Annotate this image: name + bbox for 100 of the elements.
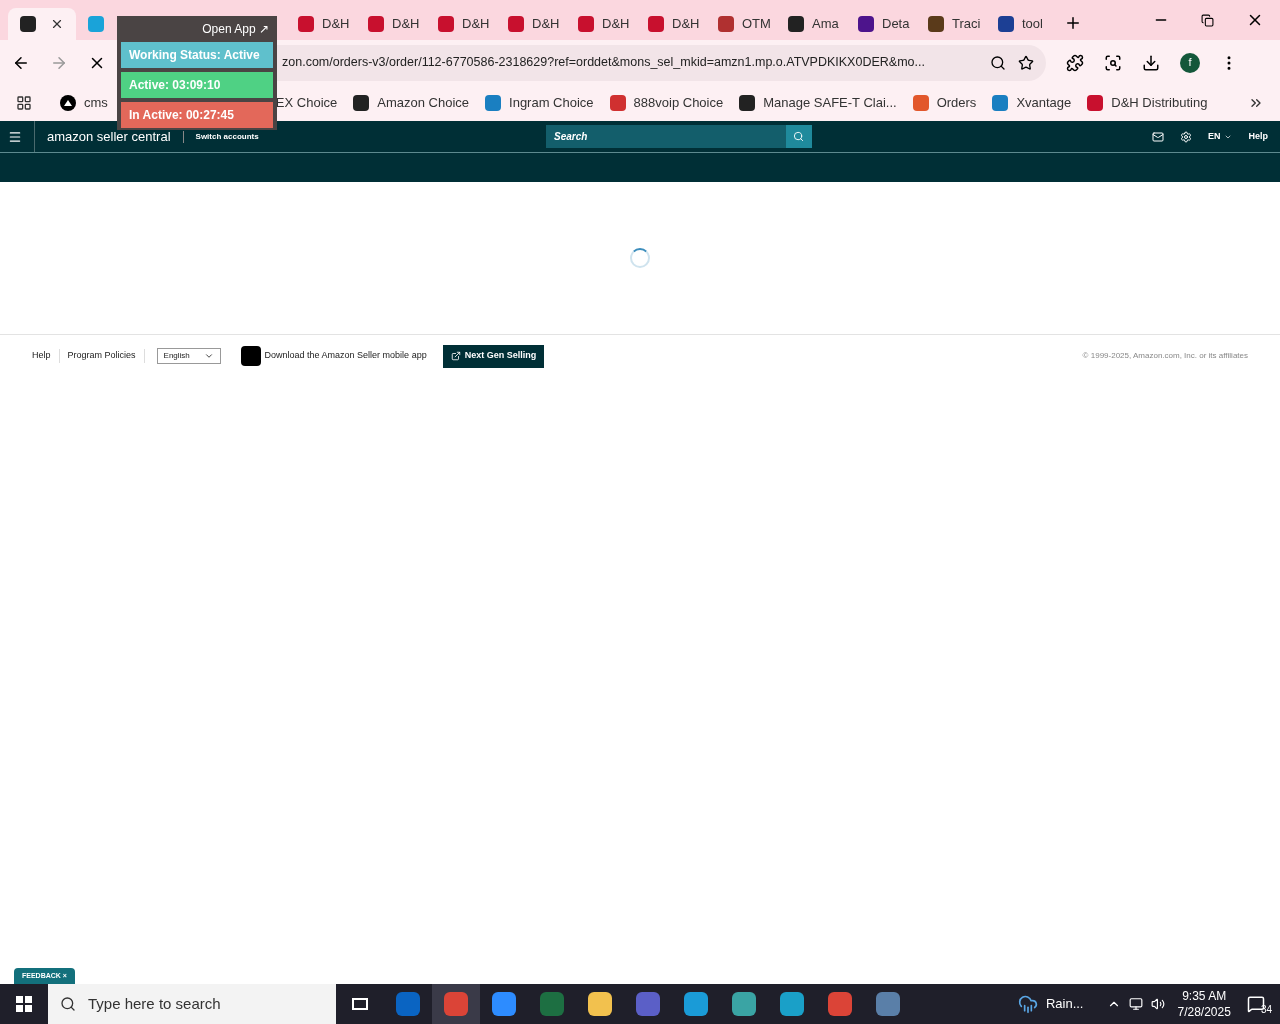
site-icon — [1087, 95, 1104, 111]
browser-tab[interactable]: OTM — [706, 8, 776, 40]
help-link[interactable]: Help — [1248, 129, 1268, 144]
search-button[interactable] — [785, 125, 812, 148]
settings-icon[interactable] — [1179, 130, 1192, 143]
notification-count: 34 — [1260, 1003, 1272, 1017]
open-app-link[interactable]: Open App ↗ — [202, 20, 273, 38]
tab-title: D&H — [602, 15, 630, 34]
app-icon — [732, 992, 756, 1016]
tab-title: D&H — [462, 15, 490, 34]
browser-tab[interactable]: D&H — [356, 8, 426, 40]
url-text: zon.com/orders-v3/order/112-6770586-2318629?ref=orddet&mons_sel_mkid=amzn1.mp.o.ATVPDKIKX0DER&mo... — [282, 54, 926, 72]
extensions-icon[interactable] — [1066, 53, 1084, 72]
browser-tab[interactable]: D&H — [496, 8, 566, 40]
tab-title: D&H — [672, 15, 700, 34]
weather-icon[interactable] — [1017, 994, 1038, 1014]
bookmark[interactable]: Orders — [912, 93, 977, 113]
site-icon — [508, 16, 524, 32]
language-dropdown[interactable]: English — [156, 348, 221, 364]
site-icon — [928, 16, 944, 32]
windows-icon[interactable] — [16, 996, 32, 1012]
browser-tab[interactable]: Traci — [916, 8, 986, 40]
bookmark[interactable]: Ingram Choice — [485, 93, 594, 113]
caret-icon — [203, 351, 214, 361]
clock-time[interactable]: 9:35 AM — [1182, 988, 1227, 1004]
close-icon[interactable] — [50, 17, 64, 31]
site-icon — [298, 16, 314, 32]
bookmark[interactable]: D&H Distributing — [1087, 93, 1208, 113]
site-icon — [739, 95, 756, 111]
site-icon — [88, 16, 104, 32]
bookmark[interactable]: Manage SAFE-T Clai... — [739, 93, 897, 113]
bookmark[interactable]: EX Choice — [275, 93, 338, 113]
bookmark[interactable]: Xvantage — [992, 93, 1072, 113]
app-icon — [876, 992, 900, 1016]
browser-tab[interactable]: D&H — [566, 8, 636, 40]
browser-tab[interactable]: D&H — [636, 8, 706, 40]
footer-link[interactable]: Help — [32, 349, 60, 363]
search-icon[interactable] — [990, 54, 1006, 71]
new-tab-icon[interactable] — [1064, 14, 1082, 32]
menu-icon[interactable] — [8, 129, 22, 144]
weather-text[interactable]: Rain... — [1045, 994, 1084, 1014]
tab-title: D&H — [322, 15, 350, 34]
external-link-icon — [450, 351, 461, 361]
app-icon — [780, 992, 804, 1016]
bookmark[interactable]: 888voip Choice — [609, 93, 724, 113]
star-icon[interactable] — [1018, 54, 1034, 71]
site-icon — [912, 95, 929, 111]
status-bar: In Active: 00:27:45 — [121, 102, 273, 128]
mail-icon[interactable] — [1151, 130, 1164, 143]
tab-title: D&H — [392, 15, 420, 34]
network-icon[interactable] — [1129, 997, 1144, 1011]
site-icon — [368, 16, 384, 32]
browser-tab[interactable]: D&H — [426, 8, 496, 40]
status-bar: Active: 03:09:10 — [121, 72, 273, 98]
footer-link[interactable]: Program Policies — [67, 349, 145, 363]
app-icon — [684, 992, 708, 1016]
site-icon — [718, 16, 734, 32]
browser-tab[interactable]: Ama — [776, 8, 846, 40]
profile-avatar[interactable]: f — [1180, 52, 1200, 73]
search-field[interactable]: Search — [545, 125, 786, 148]
clock-date[interactable]: 7/28/2025 — [1177, 1004, 1231, 1020]
search-icon — [793, 131, 805, 142]
app-icon — [492, 992, 516, 1016]
site-icon — [485, 95, 502, 111]
volume-icon[interactable] — [1151, 997, 1166, 1011]
search-icon — [60, 996, 76, 1012]
site-icon — [992, 95, 1009, 111]
app-icon — [588, 992, 612, 1016]
restore-icon[interactable] — [1201, 13, 1214, 27]
status-bar: Working Status: Active — [121, 42, 273, 68]
site-icon — [998, 16, 1014, 32]
app-icon — [444, 992, 468, 1016]
browser-tab[interactable]: D&H — [286, 8, 356, 40]
browser-tab[interactable]: Deta — [846, 8, 916, 40]
app-icon — [636, 992, 660, 1016]
bookmark[interactable]: cms — [60, 93, 108, 113]
bookmark[interactable]: Amazon Choice — [353, 93, 470, 113]
next-gen-selling-button[interactable]: Next Gen Selling — [442, 344, 545, 368]
app-icon — [828, 992, 852, 1016]
site-icon — [788, 16, 804, 32]
copyright-text: © 1999-2025, Amazon.com, Inc. or its affiliates — [1082, 350, 1248, 362]
loading-spinner — [630, 248, 650, 268]
site-icon — [609, 95, 626, 111]
tab-title: Deta — [882, 15, 910, 34]
apps-icon[interactable] — [16, 95, 32, 111]
language-selector[interactable]: EN — [1207, 129, 1233, 144]
task-view-icon[interactable] — [352, 998, 368, 1010]
mobile-app-link[interactable]: Download the Amazon Seller mobile app — [264, 349, 427, 363]
site-icon — [648, 16, 664, 32]
browser-tab[interactable] — [8, 8, 76, 40]
app-icon — [396, 992, 420, 1016]
screen-search-icon[interactable] — [1104, 53, 1122, 72]
site-icon — [858, 16, 874, 32]
taskbar-search-field[interactable]: Type here to search — [48, 984, 336, 1024]
tab-title: Traci — [952, 15, 981, 34]
browser-tab[interactable]: tool — [986, 8, 1056, 40]
site-icon — [578, 16, 594, 32]
app-icon — [540, 992, 564, 1016]
download-icon[interactable] — [1142, 53, 1160, 72]
seller-central-logo[interactable]: amazon seller central — [47, 126, 171, 147]
